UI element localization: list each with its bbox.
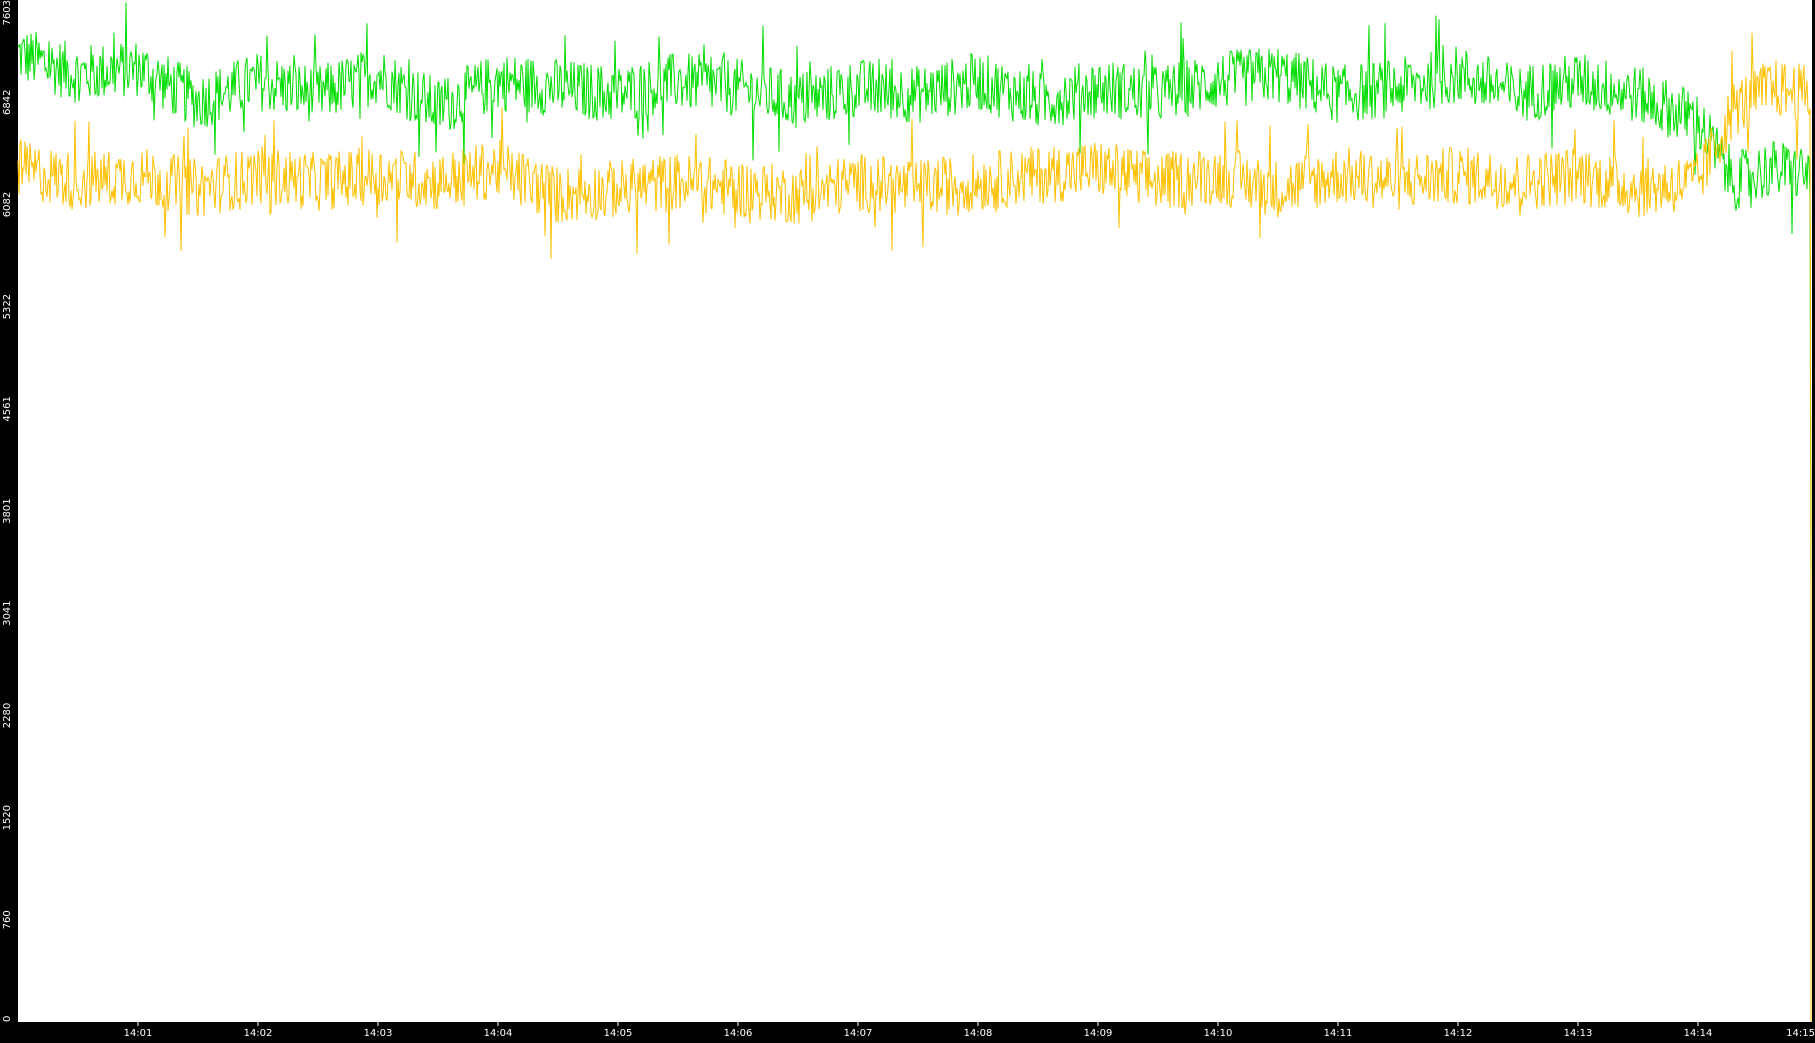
x-tick-label: 14:15 (1786, 1028, 1815, 1039)
y-tick-label: 1520 (2, 805, 13, 830)
x-tick-label: 14:03 (364, 1028, 393, 1039)
y-tick-label: 2280 (2, 703, 13, 728)
x-tick-label: 14:07 (844, 1028, 873, 1039)
plot-area (18, 0, 1812, 1022)
x-tick-label: 14:09 (1084, 1028, 1113, 1039)
x-tick-label: 14:13 (1564, 1028, 1593, 1039)
x-tick-label: 14:12 (1444, 1028, 1473, 1039)
x-tick-label: 14:04 (484, 1028, 513, 1039)
x-tick-label: 14:06 (724, 1028, 753, 1039)
x-tick-label: 14:02 (244, 1028, 273, 1039)
x-tick-label: 14:10 (1204, 1028, 1233, 1039)
x-tick-label: 14:11 (1324, 1028, 1353, 1039)
line-chart: 0 760 1520 2280 3041 3801 4561 5322 6082 6842 7603… (0, 0, 1815, 1039)
y-tick-label: 0 (2, 1016, 13, 1022)
x-tick-label: 14:08 (964, 1028, 993, 1039)
x-tick-label: 14:05 (604, 1028, 633, 1039)
y-tick-label: 4561 (2, 396, 13, 421)
chart-container: 0 760 1520 2280 3041 3801 4561 5322 6082 6842 7603… (0, 0, 1815, 1039)
x-tick-label: 14:01 (124, 1028, 153, 1039)
y-tick-label: 3041 (2, 600, 13, 625)
y-tick-label: 3801 (2, 498, 13, 523)
y-tick-label: 6082 (2, 192, 13, 217)
y-tick-label: 6842 (2, 90, 13, 115)
y-tick-label: 5322 (2, 294, 13, 319)
y-tick-label: 760 (2, 910, 13, 929)
x-tick-label: 14:14 (1684, 1028, 1713, 1039)
y-tick-label: 7603 (2, 0, 13, 25)
